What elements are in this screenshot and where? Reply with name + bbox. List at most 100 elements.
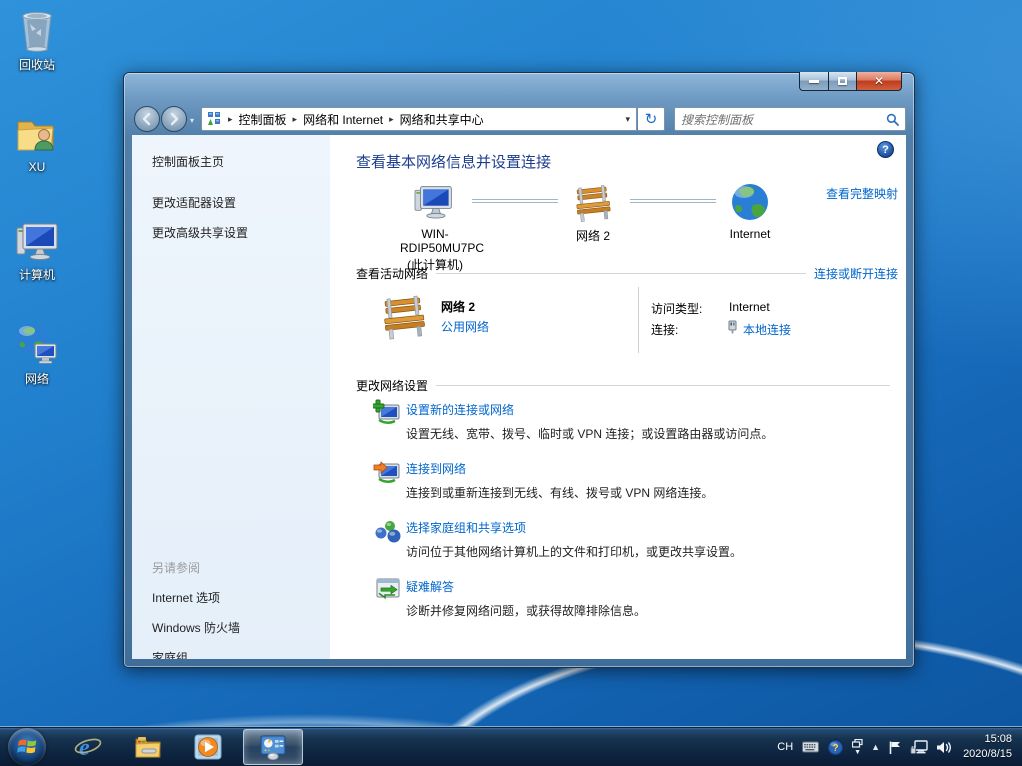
network-globe-icon <box>13 320 61 368</box>
map-node-network[interactable]: 网络 2 <box>558 183 628 244</box>
local-connection-link[interactable]: 本地连接 <box>743 321 791 338</box>
map-internet-name: Internet <box>715 227 785 241</box>
sidebar-internet-options[interactable]: Internet 选项 <box>152 589 240 606</box>
help-icon[interactable]: ? <box>877 141 894 158</box>
active-box-divider <box>638 287 639 353</box>
show-hidden-icons-button[interactable]: ▲ <box>871 742 880 752</box>
crumb-network-sharing-center[interactable]: 网络和共享中心 <box>400 111 484 128</box>
control-panel-icon <box>206 111 222 127</box>
page-title: 查看基本网络信息并设置连接 <box>356 151 551 172</box>
desktop-icon-network[interactable]: 网络 <box>0 320 74 387</box>
control-panel-taskbar-icon <box>259 733 287 761</box>
search-icon[interactable] <box>886 113 899 126</box>
see-also-header: 另请参阅 <box>152 559 240 576</box>
help-glyph: ? <box>882 144 889 156</box>
language-bar-caret: ▼ <box>854 750 861 756</box>
taskbar: e <box>0 726 1022 766</box>
map-network-name: 网络 2 <box>558 227 628 244</box>
system-tray: CH ? <box>777 727 1022 766</box>
desktop-icon-label: XU <box>0 160 74 174</box>
access-type-label: 访问类型: <box>651 302 702 316</box>
map-computer-icon <box>413 183 457 223</box>
refresh-icon: ↻ <box>645 110 658 128</box>
header-rule <box>436 385 890 386</box>
crumb-separator: ▸ <box>287 114 304 125</box>
clock-time: 15:08 <box>963 732 1012 747</box>
new-connection-icon <box>373 399 403 427</box>
language-indicator[interactable]: CH <box>777 741 793 753</box>
map-connector <box>472 199 558 203</box>
forward-arrow-icon <box>167 112 181 126</box>
troubleshoot-link[interactable]: 疑难解答 <box>406 578 886 595</box>
desktop-icon-computer[interactable]: 计算机 <box>0 216 74 283</box>
network-sharing-center-window: ✕ ▾ ▸ <box>123 72 915 668</box>
taskbar-windows-explorer[interactable] <box>132 731 164 763</box>
folder-icon <box>133 732 163 762</box>
view-full-map-link[interactable]: 查看完整映射 <box>826 185 898 202</box>
connection-row: 连接: 本地连接 <box>651 321 678 338</box>
crumb-network-internet[interactable]: 网络和 Internet <box>303 111 383 128</box>
close-button[interactable]: ✕ <box>857 72 902 91</box>
history-dropdown-icon[interactable]: ▾ <box>190 116 194 125</box>
active-networks-title: 查看活动网络 <box>356 265 428 282</box>
start-button[interactable] <box>8 728 46 766</box>
computer-icon <box>13 216 61 264</box>
taskbar-clock[interactable]: 15:08 2020/8/15 <box>963 732 1012 762</box>
task-homegroup-sharing: 选择家庭组和共享选项 访问位于其他网络计算机上的文件和打印机，或更改共享设置。 <box>373 519 886 560</box>
volume-icon[interactable] <box>936 740 953 755</box>
network-status-icon[interactable] <box>910 740 928 755</box>
connect-to-network-link[interactable]: 连接到网络 <box>406 460 886 477</box>
homegroup-sharing-link[interactable]: 选择家庭组和共享选项 <box>406 519 886 536</box>
map-node-internet[interactable]: Internet <box>715 181 785 241</box>
sidebar-change-adapter-settings[interactable]: 更改适配器设置 <box>152 194 330 211</box>
change-settings-header: 更改网络设置 <box>356 377 898 394</box>
window-caption-buttons: ✕ <box>799 72 902 91</box>
svg-text:e: e <box>79 735 90 761</box>
map-connector <box>630 199 716 203</box>
address-dropdown-icon[interactable]: ▾ <box>625 114 632 125</box>
taskbar-active-window-button[interactable] <box>243 729 303 765</box>
sidebar-windows-firewall[interactable]: Windows 防火墙 <box>152 619 240 636</box>
minimize-button[interactable] <box>799 72 829 91</box>
task-troubleshoot: 疑难解答 诊断并修复网络问题，或获得故障排除信息。 <box>373 578 886 619</box>
sidebar-see-also-section: 另请参阅 Internet 选项 Windows 防火墙 家庭组 <box>152 559 240 659</box>
taskbar-media-player[interactable] <box>192 731 224 763</box>
desktop-icon-recycle-bin[interactable]: 回收站 <box>0 6 74 73</box>
task-setup-new-connection: 设置新的连接或网络 设置无线、宽带、拨号、临时或 VPN 连接；或设置路由器或访… <box>373 401 886 442</box>
action-center-flag-icon[interactable] <box>888 740 902 755</box>
language-bar-restore-icon[interactable]: ▼ <box>852 739 863 756</box>
taskbar-internet-explorer[interactable]: e <box>72 731 104 763</box>
refresh-button[interactable]: ↻ <box>638 107 665 131</box>
access-type-value: Internet <box>729 300 770 314</box>
media-player-icon <box>193 732 223 762</box>
map-globe-icon <box>729 181 771 223</box>
sidebar-homegroup[interactable]: 家庭组 <box>152 649 240 659</box>
user-folder-icon <box>13 110 61 158</box>
setup-new-connection-link[interactable]: 设置新的连接或网络 <box>406 401 886 418</box>
maximize-button[interactable] <box>829 72 857 91</box>
sidebar-change-advanced-sharing[interactable]: 更改高级共享设置 <box>152 224 330 241</box>
ime-help-icon[interactable]: ? <box>827 739 844 756</box>
setup-new-connection-desc: 设置无线、宽带、拨号、临时或 VPN 连接；或设置路由器或访问点。 <box>406 425 886 442</box>
network-profile-link[interactable]: 公用网络 <box>441 318 489 335</box>
search-input[interactable]: 搜索控制面板 <box>674 107 906 131</box>
desktop-icon-label: 网络 <box>0 370 74 387</box>
crumb-control-panel[interactable]: 控制面板 <box>239 111 287 128</box>
forward-button[interactable] <box>161 106 187 132</box>
desktop-wallpaper: 回收站 XU 计算机 <box>0 0 1022 766</box>
connection-label: 连接: <box>651 323 678 337</box>
window-content: 控制面板主页 更改适配器设置 更改高级共享设置 另请参阅 Internet 选项… <box>132 135 906 659</box>
keyboard-layout-icon[interactable] <box>802 741 819 753</box>
sidebar-control-panel-home[interactable]: 控制面板主页 <box>152 153 330 170</box>
clock-date: 2020/8/15 <box>963 747 1012 762</box>
header-rule <box>436 273 806 274</box>
active-networks-header: 查看活动网络 连接或断开连接 <box>356 265 898 282</box>
map-node-computer[interactable]: WIN-RDIP50MU7PC (此计算机) <box>400 183 470 273</box>
back-button[interactable] <box>134 106 160 132</box>
breadcrumb[interactable]: ▸ 控制面板 ▸ 网络和 Internet ▸ 网络和共享中心 ▾ <box>201 107 637 131</box>
internet-explorer-icon: e <box>73 732 103 762</box>
connect-network-icon <box>373 458 403 486</box>
connect-disconnect-link[interactable]: 连接或断开连接 <box>814 265 898 282</box>
desktop-icon-xu-folder[interactable]: XU <box>0 110 74 174</box>
change-settings-title: 更改网络设置 <box>356 377 428 394</box>
